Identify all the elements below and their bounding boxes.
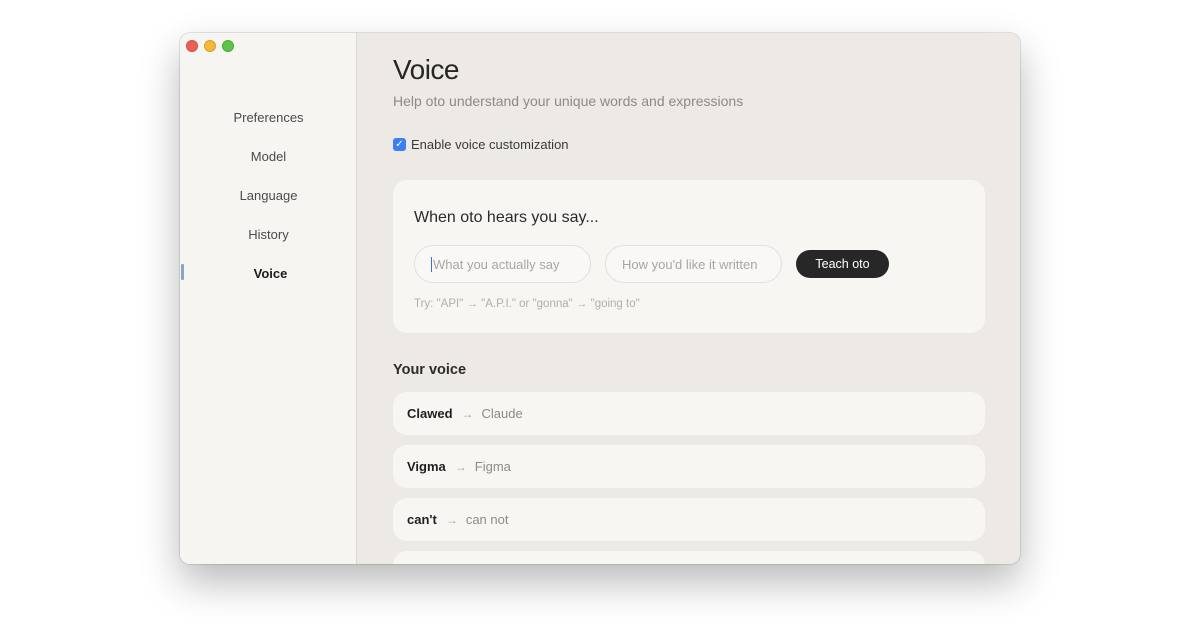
checkbox-checked-icon[interactable]: ✓ [393,138,406,151]
sidebar-item-preferences[interactable]: Preferences [180,110,357,125]
teach-card: When oto hears you say... What you actua… [393,180,985,333]
teach-oto-button[interactable]: Teach oto [796,250,889,278]
text-caret [431,256,432,272]
voice-entry-row[interactable]: can't → can not [393,498,985,541]
checkbox-label: Enable voice customization [411,137,569,152]
sidebar-item-voice[interactable]: Voice [180,266,357,281]
sidebar-item-model[interactable]: Model [180,149,357,164]
app-window: Preferences Model Language History Voice… [180,33,1020,564]
hint-text: Try: "API" → "A.P.I." or "gonna" → "goin… [414,298,640,310]
arrow-right-icon: → [445,512,458,527]
traffic-lights [186,40,234,52]
your-voice-title: Your voice [393,362,467,378]
voice-entry-row[interactable]: Clawed → Claude [393,392,985,435]
voice-entry-to: can not [465,512,509,527]
main-content: Voice Help oto understand your unique wo… [358,33,1020,564]
minimize-window-button[interactable] [204,40,216,52]
sidebar: Preferences Model Language History Voice [180,33,357,564]
close-window-button[interactable] [186,40,198,52]
written-input[interactable]: How you'd like it written [605,245,782,283]
sidebar-item-language[interactable]: Language [180,188,357,203]
voice-entry-row[interactable]: Vigma → Figma [393,445,985,488]
enable-voice-customization[interactable]: ✓ Enable voice customization [393,137,569,152]
voice-entry-to: Figma [474,459,511,474]
teach-card-title: When oto hears you say... [414,209,599,226]
said-input[interactable]: What you actually say [414,245,591,283]
voice-entry-from: Vigma [407,459,446,474]
voice-entry-row-partial[interactable] [393,551,985,564]
voice-entry-from: can't [407,512,437,527]
voice-entry-from: Clawed [407,406,453,421]
voice-entry-to: Claude [481,406,523,421]
written-input-placeholder: How you'd like it written [622,256,758,272]
zoom-window-button[interactable] [222,40,234,52]
arrow-right-icon: → [461,406,474,421]
arrow-right-icon: → [454,459,467,474]
page-title: Voice [393,54,460,85]
page-subtitle: Help oto understand your unique words an… [393,93,744,109]
sidebar-item-history[interactable]: History [180,227,357,242]
said-input-placeholder: What you actually say [433,256,560,272]
